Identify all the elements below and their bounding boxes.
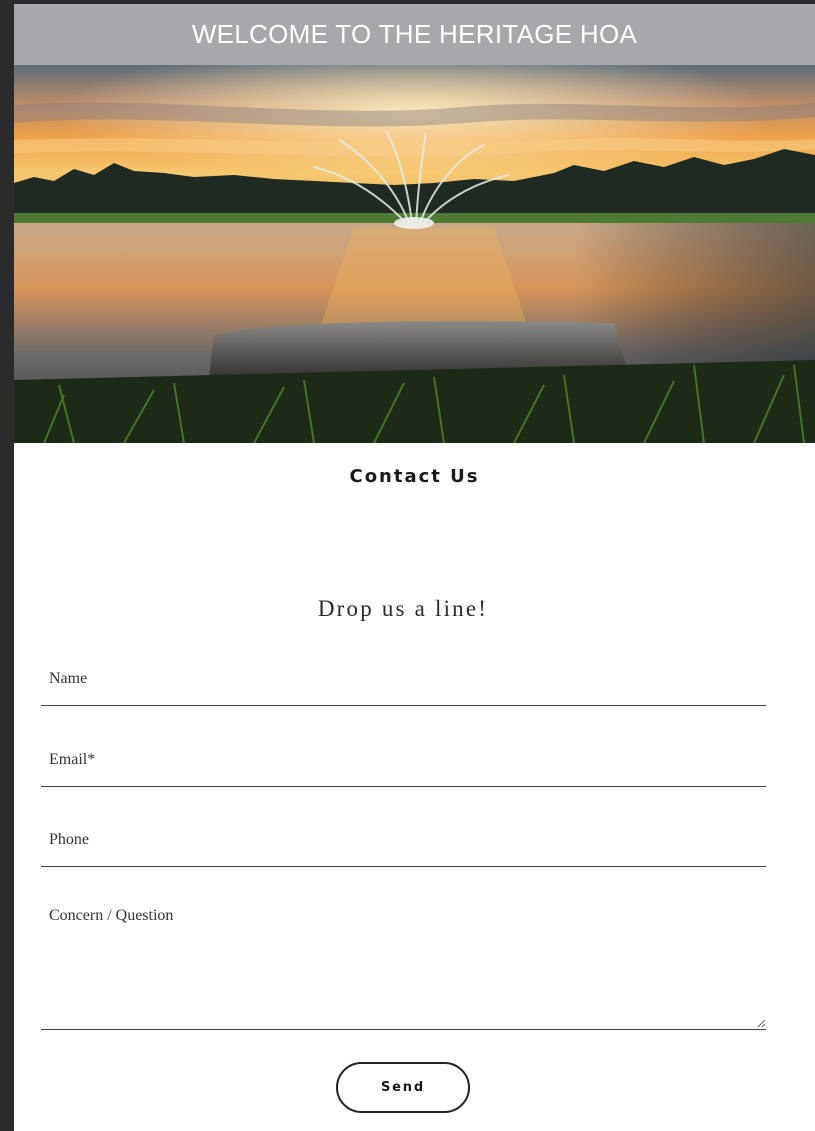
phone-field[interactable]: Phone xyxy=(41,804,766,867)
page-content: WELCOME TO THE HERITAGE HOA Contact Us D… xyxy=(14,4,815,1131)
resize-handle-icon[interactable] xyxy=(756,1018,766,1028)
left-frame xyxy=(0,0,14,1131)
site-header: WELCOME TO THE HERITAGE HOA xyxy=(14,4,815,65)
message-textarea[interactable]: Concern / Question xyxy=(41,884,766,1030)
hero-image xyxy=(14,65,815,443)
name-field-label: Name xyxy=(49,670,88,687)
email-field-label: Email* xyxy=(49,751,96,768)
name-field[interactable]: Name xyxy=(41,644,766,706)
form-subheading: Drop us a line! xyxy=(317,596,489,621)
message-field-label: Concern / Question xyxy=(49,907,174,924)
site-title: WELCOME TO THE HERITAGE HOA xyxy=(191,19,638,49)
contact-heading: Contact Us xyxy=(349,466,480,487)
phone-field-label: Phone xyxy=(49,831,89,848)
email-field[interactable]: Email* xyxy=(41,724,766,787)
send-button[interactable]: Send xyxy=(336,1062,470,1113)
